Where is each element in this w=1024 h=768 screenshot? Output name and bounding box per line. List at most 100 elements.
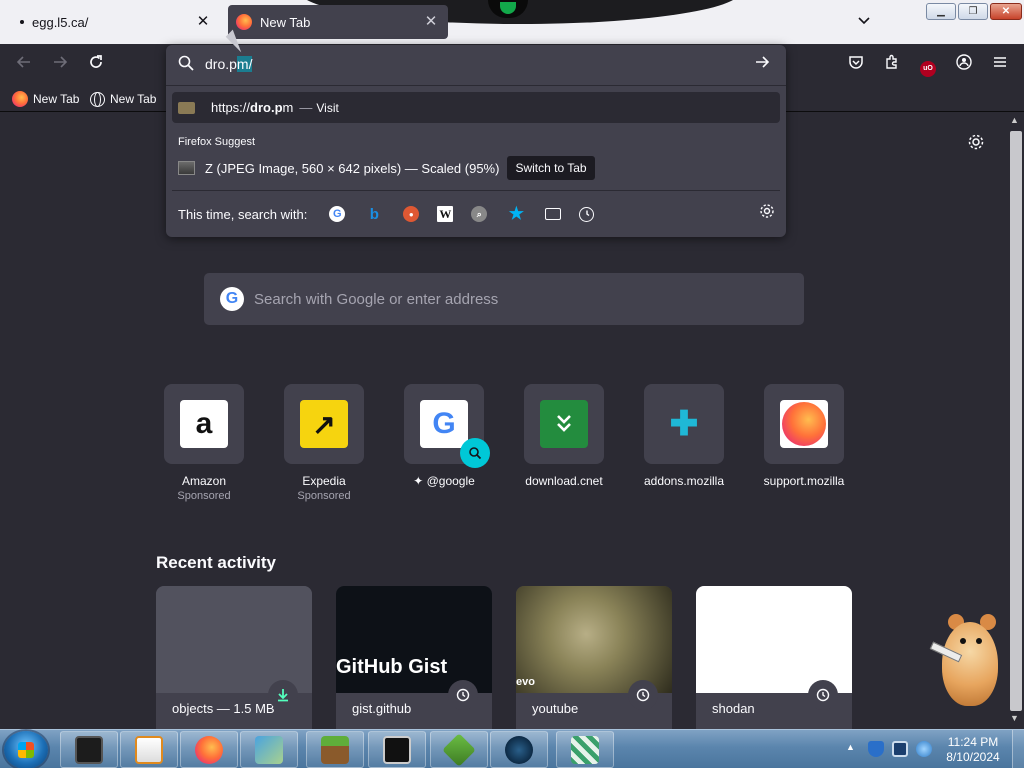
pocket-icon[interactable]: [844, 53, 868, 77]
clock-time: 11:24 PM: [947, 735, 999, 749]
personalize-gear-icon[interactable]: [964, 133, 988, 157]
hamburger-menu-icon[interactable]: [988, 53, 1012, 77]
divider: [166, 85, 786, 86]
urlbar-input[interactable]: dro.pm/: [205, 56, 253, 72]
urlbar-input-row[interactable]: dro.pm/: [166, 45, 786, 85]
tab-close-icon[interactable]: ✕: [422, 13, 440, 31]
window-minimize-button[interactable]: ▁: [926, 3, 956, 20]
tab-egg[interactable]: egg.l5.ca/ ✕: [0, 4, 224, 40]
network-icon[interactable]: [916, 741, 932, 757]
clock-date: 8/10/2024: [946, 750, 1000, 764]
firefox-icon: [195, 735, 223, 764]
sponsored-label: Sponsored: [297, 490, 351, 502]
minecraft-grass-block-icon: [321, 735, 349, 764]
result-url-prefix: https://: [211, 100, 251, 115]
firefox-icon: [236, 14, 252, 30]
top-site-download-cnet[interactable]: download.cnet: [504, 384, 624, 488]
window-restore-button[interactable]: ❐: [958, 3, 988, 20]
top-site-box: [764, 384, 844, 464]
forward-arrow-icon[interactable]: [48, 53, 72, 77]
search-placeholder: Search with Google or enter address: [254, 290, 499, 308]
image-editor-icon: [255, 735, 283, 764]
taskbar-app-image-editor[interactable]: [240, 731, 298, 768]
top-site-label: Amazon: [181, 474, 227, 488]
tab-close-icon[interactable]: ✕: [194, 13, 212, 31]
go-arrow-icon[interactable]: [754, 54, 774, 74]
taskbar-app-registry[interactable]: [556, 731, 614, 768]
top-site-amazon[interactable]: a Amazon Sponsored: [144, 384, 264, 502]
taskbar-app-steam[interactable]: [490, 731, 548, 768]
sponsored-label: Sponsored: [177, 490, 231, 502]
scroll-up-arrow-icon[interactable]: ▲: [1010, 115, 1019, 125]
recent-card-github-gist[interactable]: GitHub Gist gist.github: [336, 586, 492, 729]
urlbar-result-visit[interactable]: https://dro.p m — Visit: [172, 92, 780, 123]
scroll-down-arrow-icon[interactable]: ▼: [1010, 713, 1019, 723]
tab-new-tab[interactable]: New Tab ✕: [228, 5, 448, 39]
system-clock[interactable]: 11:24 PM 8/10/2024: [942, 735, 1004, 765]
tab-label: egg.l5.ca/: [32, 14, 89, 30]
result-url-suffix: m: [282, 100, 294, 115]
title-bar: egg.l5.ca/ ✕ New Tab ✕ ▁ ❐ ✕: [0, 0, 1024, 44]
expedia-icon: ↗: [300, 400, 348, 448]
tabs-icon[interactable]: [545, 208, 562, 220]
recent-activity-heading: Recent activity: [156, 553, 276, 572]
hamster-desktop-pet[interactable]: [928, 602, 1008, 712]
top-site-expedia[interactable]: ↗ Expedia Sponsored: [264, 384, 384, 502]
wikipedia-engine-icon[interactable]: W: [437, 206, 454, 222]
list-all-tabs-chevron-icon[interactable]: [852, 10, 876, 34]
urlbar-typed-text: dro.p: [205, 56, 237, 72]
switch-to-tab-button[interactable]: Switch to Tab: [507, 156, 595, 180]
account-icon[interactable]: [952, 53, 976, 77]
history-clock-icon[interactable]: [579, 206, 595, 222]
start-button[interactable]: [4, 731, 48, 768]
top-site-box: ↗: [284, 384, 364, 464]
top-site-addons-mozilla[interactable]: ✚ addons.mozilla: [624, 384, 744, 488]
recent-card-shodan[interactable]: shodan: [696, 586, 852, 729]
firefox-icon: [780, 400, 828, 448]
windows-taskbar: ▲ 11:24 PM 8/10/2024: [0, 729, 1024, 768]
google-engine-icon[interactable]: G: [329, 206, 346, 222]
taskbar-app-terminal[interactable]: [60, 731, 118, 768]
bing-engine-icon[interactable]: b: [363, 203, 385, 225]
window-close-button[interactable]: ✕: [990, 3, 1022, 20]
bookmark-new-tab-globe[interactable]: New Tab: [90, 90, 156, 108]
recent-card-objects[interactable]: objects — 1.5 MB: [156, 586, 312, 729]
history-icon: [808, 680, 838, 710]
scrollbar-thumb[interactable]: [1010, 131, 1022, 711]
taskbar-app-minecraft-launcher[interactable]: [430, 731, 488, 768]
taskbar-app-minecraft[interactable]: [306, 731, 364, 768]
taskbar-app-media-player[interactable]: [120, 731, 178, 768]
sparkle-icon: ✦: [413, 474, 424, 488]
top-site-box: a: [164, 384, 244, 464]
top-site-support-mozilla[interactable]: support.mozilla: [744, 384, 864, 488]
bookmarks-star-icon[interactable]: ★: [505, 203, 527, 225]
taskbar-app-console[interactable]: [368, 731, 426, 768]
duckduckgo-engine-icon[interactable]: ●: [403, 206, 420, 222]
top-site-label: support.mozilla: [763, 474, 845, 488]
top-site-box: [524, 384, 604, 464]
divider: [172, 190, 780, 191]
minecraft-launcher-icon: [442, 732, 476, 767]
top-site-label: ✦ @google: [413, 474, 475, 488]
search-engine-icon[interactable]: ⌕: [471, 206, 488, 222]
taskbar-app-firefox[interactable]: [180, 731, 238, 768]
recent-card-youtube[interactable]: evo youtube: [516, 586, 672, 729]
security-shield-icon[interactable]: [868, 741, 884, 757]
ublock-origin-icon[interactable]: uO: [916, 53, 940, 77]
extensions-puzzle-icon[interactable]: [880, 53, 904, 77]
show-desktop-button[interactable]: [1012, 730, 1024, 768]
tab-label: New Tab: [260, 14, 311, 30]
reload-icon[interactable]: [84, 53, 108, 77]
display-monitor-icon[interactable]: [892, 741, 908, 757]
newtab-search-box[interactable]: G Search with Google or enter address: [204, 273, 804, 325]
top-site-google[interactable]: G ✦ @google: [384, 384, 504, 488]
result-title: Z (JPEG Image, 560 × 642 pixels) — Scale…: [205, 160, 500, 176]
one-off-label: This time, search with:: [178, 206, 308, 222]
back-arrow-icon[interactable]: [12, 53, 36, 77]
search-icon: [178, 55, 196, 73]
show-hidden-icons-chevron-icon[interactable]: ▲: [846, 742, 855, 752]
bookmark-new-tab-firefox[interactable]: New Tab: [12, 90, 79, 108]
search-settings-gear-icon[interactable]: [756, 203, 778, 225]
top-site-label: download.cnet: [525, 474, 603, 488]
urlbar-result-switch-tab[interactable]: Z (JPEG Image, 560 × 642 pixels) — Scale…: [178, 156, 595, 180]
